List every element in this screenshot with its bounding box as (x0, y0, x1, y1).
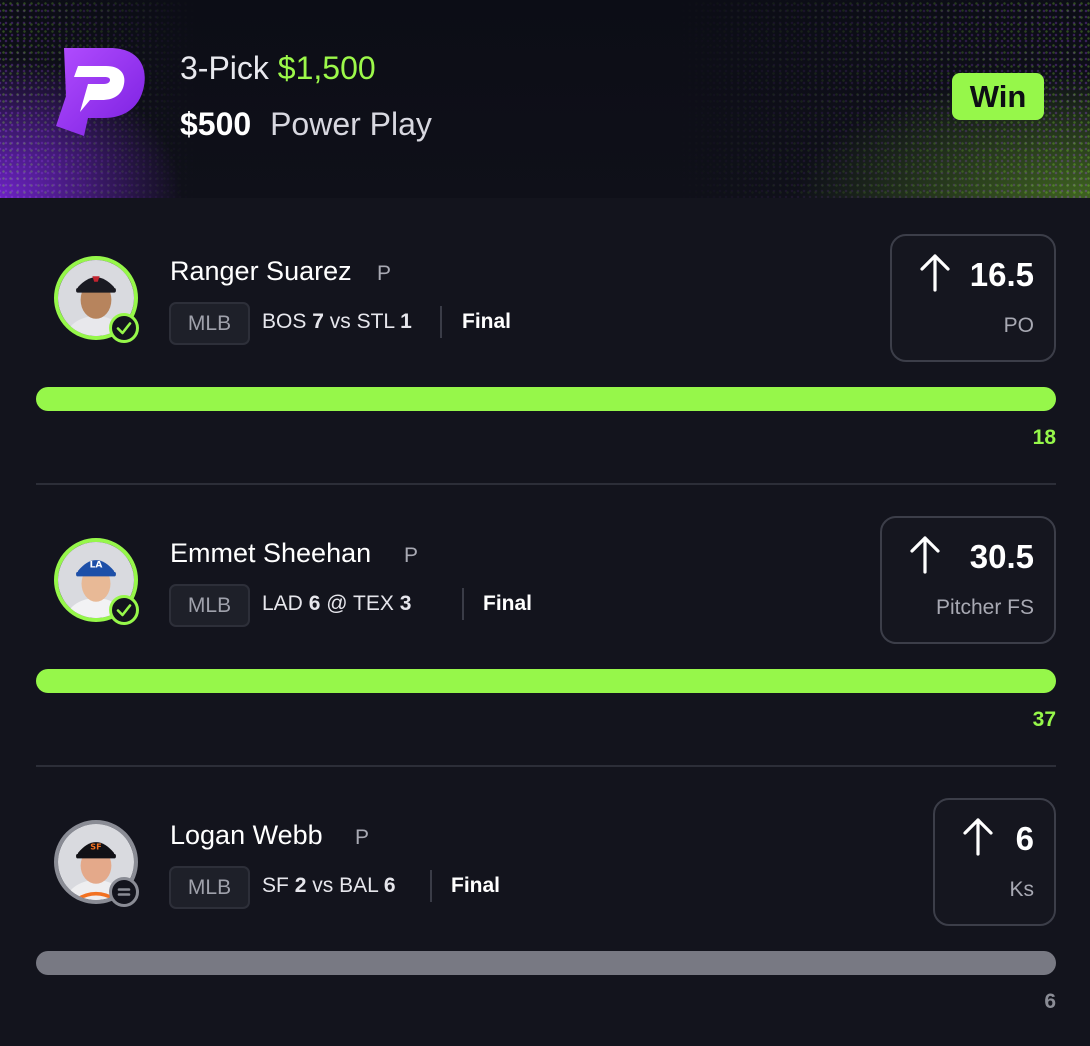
game-score: SF 2 vs BAL 6 (262, 874, 396, 898)
score-away: 7 (312, 310, 324, 333)
player-name: Logan Webb (170, 820, 323, 850)
wager-summary: $500 Power Play (180, 106, 432, 143)
actual-value: 37 (1032, 708, 1056, 731)
game-score: LAD 6 @ TEX 3 (262, 592, 411, 616)
stat-type: PO (1003, 314, 1034, 337)
projection-line: 16.5 (969, 256, 1034, 293)
stat-type: Pitcher FS (935, 596, 1034, 619)
player-position: P (355, 826, 370, 849)
arrow-up-icon (920, 254, 950, 292)
score-home: 1 (400, 310, 412, 333)
score-connector: @ (326, 592, 348, 615)
team-home: TEX (353, 592, 394, 615)
game-status: Final (462, 310, 512, 333)
league-chip: MLB (169, 302, 250, 345)
pick-type: 3-Pick (180, 50, 269, 86)
game-status: Final (483, 592, 533, 615)
svg-text:LA: LA (90, 560, 103, 570)
league-chip: MLB (169, 584, 250, 627)
projection-box: 6 Ks (933, 798, 1056, 926)
projection-line: 30.5 (969, 538, 1034, 575)
divider (430, 870, 432, 902)
score-home: 3 (399, 592, 412, 615)
team-away: SF (262, 874, 289, 897)
actual-value: 6 (1044, 990, 1056, 1013)
payout-amount: $1,500 (277, 50, 376, 86)
team-away: BOS (262, 310, 307, 333)
game-score: BOS 7 vs STL 1 (262, 310, 412, 334)
pick-card[interactable]: Ranger Suarez P MLB BOS 7 vs STL 1 Final… (0, 198, 1090, 480)
actual-value: 18 (1032, 426, 1056, 449)
divider (440, 306, 442, 338)
player-position: P (377, 262, 392, 285)
pick-summary: 3-Pick $1,500 (180, 50, 376, 87)
player-position: P (404, 544, 419, 567)
progress-bar (36, 669, 1056, 693)
arrow-up-icon (910, 536, 940, 574)
progress-bar (36, 951, 1056, 975)
team-home: STL (356, 310, 395, 333)
score-away: 2 (294, 874, 307, 897)
stat-type: Ks (1009, 878, 1034, 901)
projection-box: 16.5 PO (890, 234, 1056, 362)
wager-amount: $500 (180, 106, 252, 142)
divider (462, 588, 464, 620)
play-type: Power Play (270, 106, 432, 142)
team-home: BAL (339, 874, 378, 897)
pick-card[interactable]: LA Emmet Sheehan P MLB LAD 6 @ TEX 3 Fin… (0, 480, 1090, 762)
team-away: LAD (262, 592, 303, 615)
pick-card[interactable]: SF Logan Webb P MLB SF 2 vs BAL 6 Final … (0, 762, 1090, 1044)
player-name: Ranger Suarez (170, 256, 352, 286)
push-equal-icon (109, 877, 139, 907)
arrow-up-icon (963, 818, 993, 856)
projection-box: 30.5 Pitcher FS (880, 516, 1056, 644)
league-chip: MLB (169, 866, 250, 909)
win-check-icon (109, 595, 139, 625)
score-connector: vs (329, 310, 351, 333)
progress-bar (36, 387, 1056, 411)
score-home: 6 (383, 874, 396, 897)
prizepicks-logo-icon (56, 48, 145, 136)
score-connector: vs (312, 874, 334, 897)
header-background-texture (0, 0, 1090, 198)
player-name: Emmet Sheehan (170, 538, 372, 568)
win-check-icon (109, 313, 139, 343)
result-badge: Win (952, 73, 1044, 120)
svg-text:SF: SF (90, 841, 101, 851)
game-status: Final (451, 874, 501, 897)
entry-header: 3-Pick $1,500 $500 Power Play Win (0, 0, 1090, 198)
score-away: 6 (308, 592, 321, 615)
projection-line: 6 (1015, 820, 1034, 857)
